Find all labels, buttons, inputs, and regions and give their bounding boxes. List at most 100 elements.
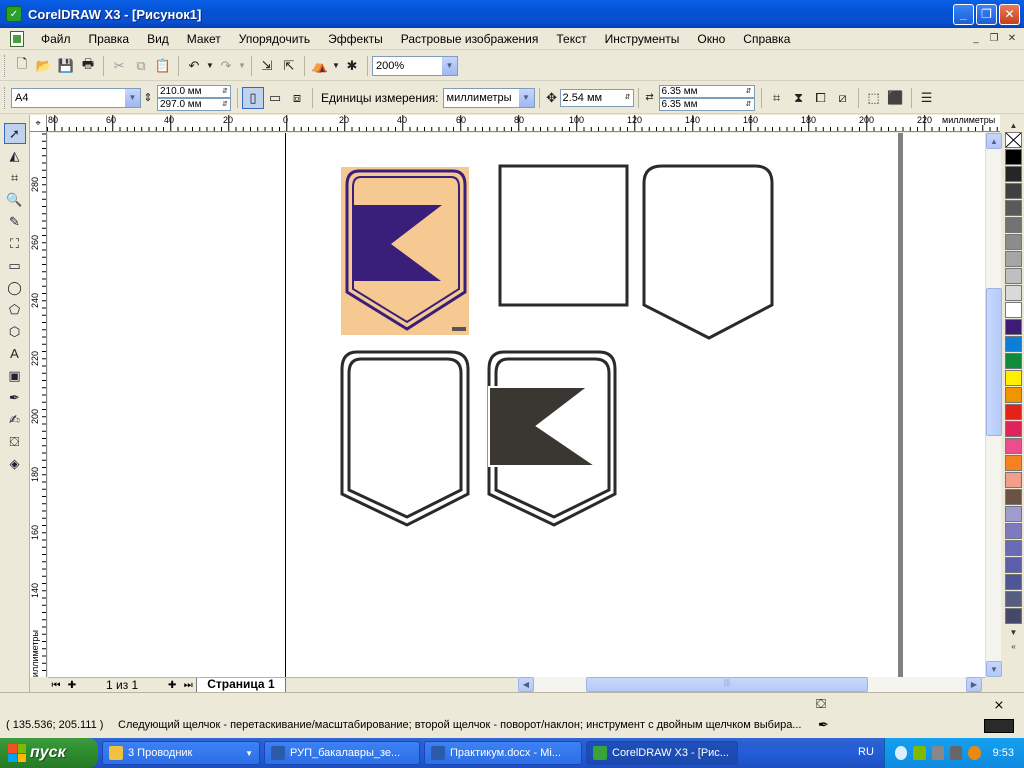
- export-icon[interactable]: ⇱: [278, 55, 300, 77]
- last-page-icon[interactable]: ⏭: [180, 680, 196, 691]
- color-swatch[interactable]: [1005, 149, 1022, 165]
- doc-restore-button[interactable]: ❐: [986, 31, 1002, 46]
- snap-to-guidelines-icon[interactable]: ⧗: [788, 87, 810, 109]
- back-arrow-icon[interactable]: [895, 746, 908, 760]
- outline-color-swatch[interactable]: [984, 719, 1014, 733]
- import-icon[interactable]: ⇲: [256, 55, 278, 77]
- task-rup-doc[interactable]: РУП_бакалавры_зе...: [264, 741, 420, 765]
- units-select[interactable]: миллиметры ▼: [442, 87, 535, 108]
- ruler-origin[interactable]: ⌖: [30, 115, 47, 132]
- menu-file[interactable]: Файл: [32, 32, 80, 46]
- close-button[interactable]: ✕: [999, 3, 1020, 25]
- fill-tool-icon[interactable]: ⛋: [4, 431, 26, 452]
- polygon-tool-icon[interactable]: ⬠: [4, 299, 26, 320]
- doc-minimize-button[interactable]: _: [968, 31, 984, 46]
- app-launcher-dropdown-icon[interactable]: ▼: [331, 55, 341, 77]
- update-icon[interactable]: [968, 746, 981, 760]
- first-page-icon[interactable]: ⏮: [48, 680, 64, 691]
- color-swatch[interactable]: [1005, 404, 1022, 420]
- palette-scroll-up-icon[interactable]: ▲: [1005, 118, 1022, 132]
- color-swatch[interactable]: [1005, 166, 1022, 182]
- zoom-tool-icon[interactable]: 🔍: [4, 189, 26, 210]
- vertical-ruler[interactable]: 280 260 240 220 200 180 160 140 миллимет…: [30, 132, 47, 677]
- paste-icon[interactable]: 📋: [152, 55, 174, 77]
- cut-icon[interactable]: ✂: [108, 55, 130, 77]
- language-indicator[interactable]: RU: [858, 746, 874, 758]
- open-icon[interactable]: 📂: [33, 55, 55, 77]
- menu-effects[interactable]: Эффекты: [319, 32, 392, 46]
- landscape-icon[interactable]: ▭: [264, 87, 286, 109]
- vertical-scroll-thumb[interactable]: [986, 288, 1002, 436]
- color-swatch[interactable]: [1005, 557, 1022, 573]
- chevron-down-icon[interactable]: ▼: [517, 88, 534, 107]
- redo-dropdown-icon[interactable]: ▼: [237, 55, 247, 77]
- color-swatch[interactable]: [1005, 455, 1022, 471]
- smart-fill-tool-icon[interactable]: ⛶: [4, 233, 26, 254]
- rectangle-tool-icon[interactable]: ▭: [4, 255, 26, 276]
- network-icon[interactable]: [913, 746, 926, 760]
- welcome-screen-icon[interactable]: ✱: [341, 55, 363, 77]
- text-tool-icon[interactable]: A: [4, 343, 26, 364]
- color-swatch[interactable]: [1005, 523, 1022, 539]
- color-swatch[interactable]: [1005, 540, 1022, 556]
- print-icon[interactable]: 🖶: [77, 55, 99, 77]
- color-swatch[interactable]: [1005, 591, 1022, 607]
- color-swatch[interactable]: [1005, 302, 1022, 318]
- freehand-tool-icon[interactable]: ✎: [4, 211, 26, 232]
- scroll-down-icon[interactable]: ▼: [986, 661, 1002, 677]
- reference-bitmap[interactable]: [341, 167, 469, 335]
- fill-bucket-icon[interactable]: ⛋: [816, 696, 826, 712]
- color-swatch[interactable]: [1005, 183, 1022, 199]
- color-swatch[interactable]: [1005, 387, 1022, 403]
- new-document-icon[interactable]: 🗋: [11, 55, 33, 77]
- horizontal-scroll-thumb[interactable]: |||: [586, 677, 868, 692]
- add-page-after-icon[interactable]: ✚: [164, 680, 180, 691]
- start-button[interactable]: пуск: [0, 738, 98, 768]
- scroll-up-icon[interactable]: ▲: [986, 133, 1002, 149]
- task-explorer[interactable]: 3 Проводник ▼: [102, 741, 260, 765]
- document-icon[interactable]: [10, 30, 24, 47]
- snap-to-grid-icon[interactable]: ⌗: [766, 87, 788, 109]
- color-swatch[interactable]: [1005, 217, 1022, 233]
- zoom-levels-select[interactable]: 200% ▼: [372, 55, 458, 76]
- menu-text[interactable]: Текст: [547, 32, 595, 46]
- color-swatch[interactable]: [1005, 489, 1022, 505]
- copy-icon[interactable]: ⧉: [130, 55, 152, 77]
- minimize-button[interactable]: _: [953, 3, 974, 25]
- crop-tool-icon[interactable]: ⌗: [4, 167, 26, 188]
- scroll-left-icon[interactable]: ◀: [518, 677, 534, 692]
- ellipse-tool-icon[interactable]: ◯: [4, 277, 26, 298]
- paper-width-field[interactable]: 210.0 мм ⇵: [157, 84, 231, 98]
- nudge-distance-field[interactable]: 2.54 мм ⇵: [559, 88, 634, 107]
- horizontal-ruler[interactable]: 80 60 40 20 0 20 40 60 80 100 120 140 16…: [30, 115, 1000, 132]
- undo-dropdown-icon[interactable]: ▼: [205, 55, 215, 77]
- color-swatch[interactable]: [1005, 353, 1022, 369]
- spin-icon[interactable]: ⇵: [220, 86, 230, 97]
- doc-close-button[interactable]: ✕: [1004, 31, 1020, 46]
- portrait-icon[interactable]: ▯: [242, 86, 264, 109]
- spin-icon[interactable]: ⇵: [220, 99, 230, 110]
- treat-as-filled-icon[interactable]: ⬚: [863, 87, 885, 109]
- chevron-down-icon[interactable]: ▼: [441, 56, 457, 75]
- interactive-fill-tool-icon[interactable]: ◈: [4, 453, 26, 474]
- draw-bounding-icon[interactable]: ⬛: [885, 87, 907, 109]
- eyedropper-tool-icon[interactable]: ✒: [4, 387, 26, 408]
- color-swatch[interactable]: [1005, 319, 1022, 335]
- outline-pen-icon[interactable]: ✒: [818, 717, 829, 733]
- task-practicum-doc[interactable]: Практикум.docx - Mi...: [424, 741, 582, 765]
- color-swatch[interactable]: [1005, 285, 1022, 301]
- shield-outline-object[interactable]: [642, 164, 774, 340]
- undo-icon[interactable]: ↶: [183, 55, 205, 77]
- menu-help[interactable]: Справка: [734, 32, 799, 46]
- no-fill-indicator-icon[interactable]: ⨯: [984, 697, 1014, 713]
- horizontal-scrollbar[interactable]: ◀ ||| ▶: [518, 677, 982, 692]
- double-shield-object[interactable]: [340, 350, 470, 527]
- menu-arrange[interactable]: Упорядочить: [230, 32, 319, 46]
- menu-edit[interactable]: Правка: [80, 32, 139, 46]
- color-swatch[interactable]: [1005, 336, 1022, 352]
- redo-icon[interactable]: ↷: [215, 55, 237, 77]
- color-swatch[interactable]: [1005, 506, 1022, 522]
- add-page-before-icon[interactable]: ✚: [64, 680, 80, 691]
- palette-expand-icon[interactable]: «: [1005, 639, 1022, 653]
- color-swatch[interactable]: [1005, 608, 1022, 624]
